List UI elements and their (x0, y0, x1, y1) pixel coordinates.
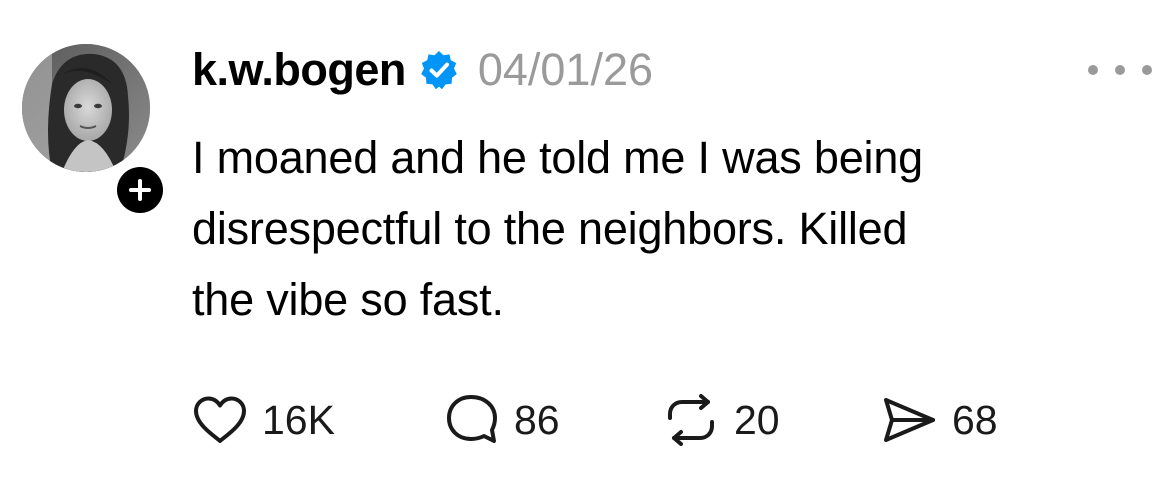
verified-badge-icon (418, 49, 460, 91)
post-timestamp: 04/01/26 (477, 44, 654, 95)
share-button[interactable]: 68 (880, 390, 998, 450)
reply-count: 86 (514, 397, 560, 443)
author-username[interactable]: k.w.bogen (192, 40, 406, 100)
ellipsis-icon (1115, 65, 1125, 75)
ellipsis-icon (1142, 65, 1152, 75)
reply-button[interactable]: 86 (444, 390, 560, 450)
post-text-line: disrespectful to the neighbors. Killed (192, 203, 908, 254)
post-text-line: the vibe so fast. (192, 274, 504, 325)
share-count: 68 (952, 397, 998, 443)
ellipsis-icon (1088, 65, 1098, 75)
send-icon (884, 398, 935, 442)
author-avatar-container[interactable] (22, 44, 168, 218)
like-button[interactable]: 16K (192, 390, 335, 450)
avatar[interactable] (22, 44, 150, 172)
repost-icon (668, 394, 714, 446)
post-card: k.w.bogen 04/01/26 I moaned and he told … (0, 0, 1176, 482)
post-header: k.w.bogen 04/01/26 (192, 40, 653, 100)
post-text: I moaned and he told me I was being disr… (192, 122, 1132, 335)
repost-button[interactable]: 20 (662, 390, 780, 450)
post-actions-bar: 16K 86 20 68 (192, 390, 1092, 450)
post-text-line: I moaned and he told me I was being (192, 132, 923, 183)
repost-count: 20 (734, 397, 780, 443)
plus-icon (129, 179, 151, 201)
profile-photo-icon (22, 44, 150, 172)
heart-icon (194, 396, 246, 443)
follow-button[interactable] (112, 162, 168, 218)
comment-icon (447, 395, 497, 443)
like-count: 16K (262, 397, 335, 443)
more-options-button[interactable] (1088, 56, 1152, 84)
follow-button-circle (117, 167, 163, 213)
